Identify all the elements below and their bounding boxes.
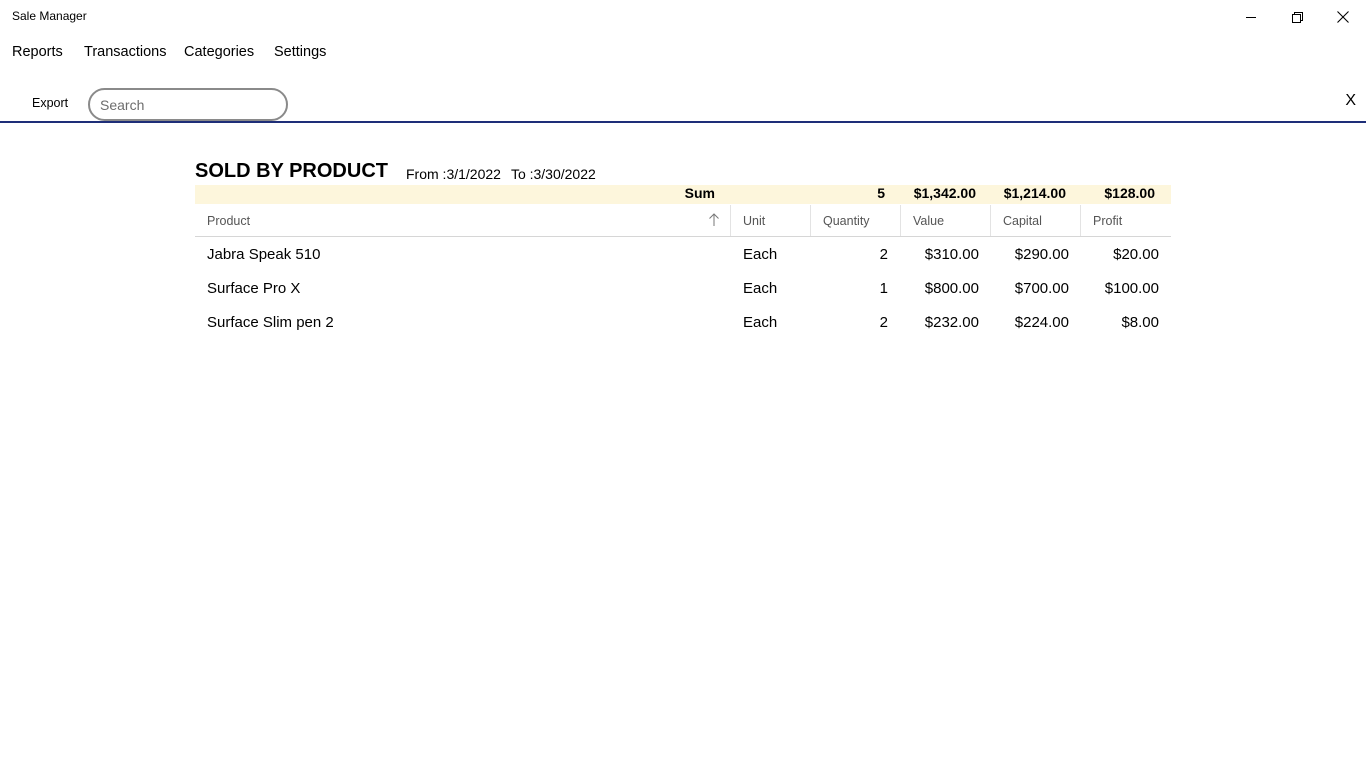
menu-bar: Reports Transactions Categories Settings bbox=[0, 44, 600, 70]
unit-cell: Each bbox=[743, 280, 778, 297]
quantity-cell: 2 bbox=[879, 314, 888, 331]
column-header-profit[interactable]: Profit bbox=[1093, 214, 1122, 228]
date-from: From :3/1/2022 bbox=[406, 166, 501, 182]
column-header-quantity[interactable]: Quantity bbox=[823, 214, 870, 228]
arrow-up-icon[interactable] bbox=[709, 213, 719, 227]
column-divider[interactable] bbox=[730, 205, 731, 236]
product-cell: Jabra Speak 510 bbox=[207, 246, 321, 263]
quantity-cell: 1 bbox=[879, 280, 888, 297]
search-input[interactable] bbox=[88, 88, 288, 121]
minimize-button[interactable] bbox=[1228, 0, 1274, 34]
column-header-unit[interactable]: Unit bbox=[743, 214, 765, 228]
value-cell: $232.00 bbox=[924, 314, 979, 331]
menu-settings[interactable]: Settings bbox=[274, 44, 326, 60]
title-bar: Sale Manager bbox=[0, 0, 1366, 34]
export-button[interactable]: Export bbox=[32, 96, 68, 110]
column-header-capital[interactable]: Capital bbox=[1003, 214, 1042, 228]
menu-reports[interactable]: Reports bbox=[12, 44, 63, 60]
capital-cell: $290.00 bbox=[1014, 246, 1069, 263]
capital-cell: $700.00 bbox=[1014, 280, 1069, 297]
app-title: Sale Manager bbox=[12, 9, 87, 23]
unit-cell: Each bbox=[743, 314, 778, 331]
close-icon bbox=[1337, 11, 1349, 23]
sum-label: Sum bbox=[684, 185, 715, 201]
column-header-value[interactable]: Value bbox=[913, 214, 944, 228]
table-row[interactable]: Jabra Speak 510 Each 2 $310.00 $290.00 $… bbox=[195, 238, 1171, 272]
report-title: SOLD BY PRODUCT bbox=[195, 160, 388, 182]
column-divider[interactable] bbox=[810, 205, 811, 236]
sum-quantity: 5 bbox=[877, 185, 885, 201]
sum-row: Sum 5 $1,342.00 $1,214.00 $128.00 bbox=[195, 185, 1171, 204]
capital-cell: $224.00 bbox=[1014, 314, 1069, 331]
toolbar-divider bbox=[0, 121, 1366, 123]
profit-cell: $100.00 bbox=[1104, 280, 1159, 297]
value-cell: $800.00 bbox=[924, 280, 979, 297]
table-row[interactable]: Surface Pro X Each 1 $800.00 $700.00 $10… bbox=[195, 272, 1171, 306]
menu-categories[interactable]: Categories bbox=[184, 44, 254, 60]
profit-cell: $8.00 bbox=[1121, 314, 1159, 331]
sum-capital: $1,214.00 bbox=[1003, 185, 1066, 201]
table-row[interactable]: Surface Slim pen 2 Each 2 $232.00 $224.0… bbox=[195, 306, 1171, 340]
value-cell: $310.00 bbox=[924, 246, 979, 263]
column-divider[interactable] bbox=[990, 205, 991, 236]
restore-button[interactable] bbox=[1274, 0, 1320, 34]
unit-cell: Each bbox=[743, 246, 778, 263]
profit-cell: $20.00 bbox=[1113, 246, 1159, 263]
close-report-button[interactable]: X bbox=[1345, 92, 1356, 110]
close-button[interactable] bbox=[1320, 0, 1366, 34]
column-divider[interactable] bbox=[900, 205, 901, 236]
minimize-icon bbox=[1245, 16, 1256, 18]
sum-profit: $128.00 bbox=[1104, 185, 1155, 201]
date-to: To :3/30/2022 bbox=[510, 166, 596, 182]
sum-value: $1,342.00 bbox=[913, 185, 976, 201]
menu-transactions[interactable]: Transactions bbox=[84, 44, 166, 60]
column-header-product[interactable]: Product bbox=[207, 214, 250, 228]
restore-icon bbox=[1291, 11, 1303, 23]
table-header: Product Unit Quantity Value Capital Prof… bbox=[195, 205, 1171, 237]
product-cell: Surface Slim pen 2 bbox=[207, 314, 334, 331]
toolbar: Export X bbox=[0, 86, 1366, 124]
quantity-cell: 2 bbox=[879, 246, 888, 263]
column-divider[interactable] bbox=[1080, 205, 1081, 236]
date-range: From :3/1/2022 To :3/30/2022 bbox=[406, 166, 606, 182]
product-cell: Surface Pro X bbox=[207, 280, 301, 297]
